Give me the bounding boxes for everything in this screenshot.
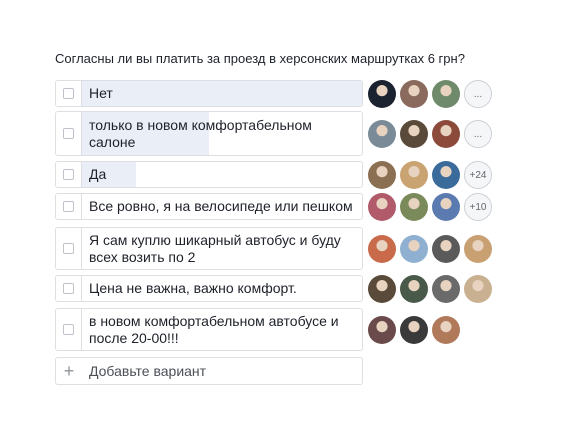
voter-avatar[interactable] bbox=[400, 316, 428, 344]
option-checkbox[interactable] bbox=[63, 201, 74, 212]
voter-avatar[interactable] bbox=[464, 235, 492, 263]
voter-avatar[interactable] bbox=[400, 120, 428, 148]
voter-avatar[interactable] bbox=[368, 316, 396, 344]
option-checkbox[interactable] bbox=[63, 283, 74, 294]
poll-option-label: Все ровно, я на велосипеде или пешком bbox=[89, 198, 353, 214]
poll-question: Согласны ли вы платить за проезд в херсо… bbox=[55, 51, 465, 66]
voter-avatars: ... bbox=[368, 80, 492, 108]
add-option-row[interactable]: + Добавьте вариант bbox=[55, 357, 363, 385]
poll-option-label: Цена не важна, важно комфорт. bbox=[89, 280, 297, 296]
poll-option-label: Я сам куплю шикарный автобус и буду всех… bbox=[89, 231, 341, 265]
voter-avatar[interactable] bbox=[432, 316, 460, 344]
poll-option-row[interactable]: в новом комфортабельном автобусе и после… bbox=[55, 308, 363, 351]
option-checkbox-cell[interactable] bbox=[56, 276, 82, 301]
poll-option-label: Да bbox=[89, 166, 107, 182]
more-voters-button[interactable]: ... bbox=[464, 120, 492, 148]
voter-avatar[interactable] bbox=[432, 275, 460, 303]
poll-option-row[interactable]: Нет bbox=[55, 80, 363, 107]
poll-option-row[interactable]: только в новом комфортабельном салоне bbox=[55, 111, 363, 156]
voter-avatar[interactable] bbox=[432, 193, 460, 221]
voter-avatar[interactable] bbox=[368, 80, 396, 108]
voter-avatar[interactable] bbox=[400, 161, 428, 189]
option-checkbox[interactable] bbox=[63, 324, 74, 335]
voter-avatars bbox=[368, 275, 492, 303]
option-checkbox-cell[interactable] bbox=[56, 112, 82, 155]
option-checkbox-cell[interactable] bbox=[56, 162, 82, 187]
add-option-placeholder[interactable]: Добавьте вариант bbox=[89, 358, 356, 384]
option-checkbox[interactable] bbox=[63, 169, 74, 180]
voter-avatar[interactable] bbox=[368, 120, 396, 148]
voter-avatar[interactable] bbox=[400, 193, 428, 221]
option-checkbox-cell[interactable] bbox=[56, 228, 82, 269]
more-voters-button[interactable]: +24 bbox=[464, 161, 492, 189]
more-voters-button[interactable]: +10 bbox=[464, 193, 492, 221]
voter-avatar[interactable] bbox=[400, 235, 428, 263]
poll-option-row[interactable]: Все ровно, я на велосипеде или пешком bbox=[55, 193, 363, 220]
option-checkbox[interactable] bbox=[63, 88, 74, 99]
poll-option-label: только в новом комфортабельном салоне bbox=[89, 116, 312, 150]
voter-avatar[interactable] bbox=[400, 80, 428, 108]
voter-avatar[interactable] bbox=[400, 275, 428, 303]
voter-avatar[interactable] bbox=[432, 235, 460, 263]
voter-avatars bbox=[368, 316, 460, 344]
voter-avatar[interactable] bbox=[368, 161, 396, 189]
poll-option-label: в новом комфортабельном автобусе и после… bbox=[89, 312, 339, 346]
voter-avatars: +24 bbox=[368, 161, 492, 189]
voter-avatars: ... bbox=[368, 120, 492, 148]
voter-avatars bbox=[368, 235, 492, 263]
option-checkbox-cell[interactable] bbox=[56, 194, 82, 219]
poll-option-row[interactable]: Цена не важна, важно комфорт. bbox=[55, 275, 363, 302]
poll-option-label: Нет bbox=[89, 85, 113, 101]
voter-avatar[interactable] bbox=[368, 275, 396, 303]
plus-icon: + bbox=[63, 360, 75, 381]
poll-option-row[interactable]: Я сам куплю шикарный автобус и буду всех… bbox=[55, 227, 363, 270]
voter-avatar[interactable] bbox=[432, 120, 460, 148]
voter-avatar[interactable] bbox=[432, 80, 460, 108]
option-checkbox[interactable] bbox=[63, 243, 74, 254]
voter-avatar[interactable] bbox=[464, 275, 492, 303]
voter-avatar[interactable] bbox=[368, 235, 396, 263]
option-checkbox[interactable] bbox=[63, 128, 74, 139]
voter-avatars: +10 bbox=[368, 193, 492, 221]
voter-avatar[interactable] bbox=[368, 193, 396, 221]
option-checkbox-cell[interactable] bbox=[56, 309, 82, 350]
poll-option-row[interactable]: Да bbox=[55, 161, 363, 188]
option-checkbox-cell[interactable] bbox=[56, 81, 82, 106]
voter-avatar[interactable] bbox=[432, 161, 460, 189]
more-voters-button[interactable]: ... bbox=[464, 80, 492, 108]
